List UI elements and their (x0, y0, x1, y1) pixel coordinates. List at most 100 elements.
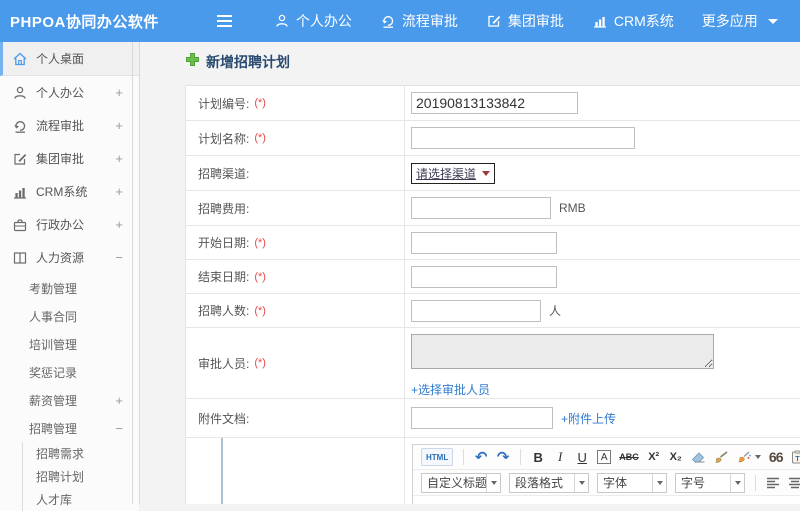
editor-left-guide (221, 438, 223, 504)
headcount-unit-label: 人 (549, 302, 561, 319)
font-size-select[interactable]: 字号 (675, 473, 745, 493)
sidebar-item-recruit-plan[interactable]: 招聘计划 (23, 465, 139, 488)
sidebar-item-admin-office[interactable]: 行政办公 + (0, 208, 139, 241)
sidebar: 个人桌面 个人办公 + 流程审批 + 集团审批 + CRM系统 + 行政办公 + (0, 42, 140, 504)
fee-input[interactable] (411, 197, 551, 219)
dropdown-caret-icon (574, 474, 588, 492)
select-approvers-link[interactable]: +选择审批人员 (411, 381, 490, 398)
expand-toggle[interactable]: + (115, 118, 123, 133)
sidebar-scrollbar[interactable] (132, 42, 133, 504)
topmenu-personal-office[interactable]: 个人办公 (260, 0, 366, 42)
approvers-textarea[interactable] (411, 334, 714, 369)
editor-toolbar-row2: 自定义标题 段落格式 字体 字号 (413, 470, 800, 496)
bold-button[interactable]: B (531, 448, 545, 466)
flow-redo-icon (12, 118, 28, 134)
form-row-attachment: 附件文档: +附件上传 (186, 399, 800, 438)
html-source-button[interactable]: HTML (421, 448, 453, 466)
sidebar-item-rewards[interactable]: 奖惩记录 (0, 358, 139, 386)
start-date-input[interactable] (411, 232, 557, 254)
rich-text-editor: HTML ↶ ↷ B I U A ABC X² X₂ (412, 444, 800, 504)
form-row-headcount: 招聘人数: (*) 人 (186, 294, 800, 328)
plan-no-input[interactable] (411, 92, 578, 114)
sidebar-item-salary[interactable]: 薪资管理 + (0, 386, 139, 414)
plan-name-input[interactable] (411, 127, 635, 149)
subscript-button[interactable]: X₂ (669, 448, 683, 466)
align-center-icon[interactable] (788, 474, 800, 492)
editor-toolbar-row1: HTML ↶ ↷ B I U A ABC X² X₂ (413, 445, 800, 470)
field-label: 审批人员: (198, 355, 249, 372)
sidebar-item-group-approval[interactable]: 集团审批 + (0, 142, 139, 175)
expand-toggle[interactable]: + (115, 217, 123, 232)
dropdown-caret-icon (486, 474, 500, 492)
expand-toggle[interactable]: + (115, 393, 123, 408)
sidebar-item-recruit-mgmt[interactable]: 招聘管理 − (0, 414, 139, 442)
sidebar-item-talent-pool[interactable]: 人才库 (23, 488, 139, 511)
edit-square-icon (12, 151, 28, 167)
format-painter-icon[interactable] (737, 448, 761, 466)
required-mark: (*) (254, 237, 266, 249)
topmenu-crm[interactable]: CRM系统 (578, 0, 688, 42)
blockquote-button[interactable]: 66 (769, 448, 783, 466)
required-mark: (*) (254, 305, 266, 317)
menu-toggle-icon[interactable] (217, 15, 232, 27)
field-label: 结束日期: (198, 268, 249, 285)
user-icon (274, 13, 290, 29)
edit-square-icon (486, 13, 502, 29)
paste-clipboard-icon[interactable]: T (791, 448, 800, 466)
sidebar-item-recruit-demand[interactable]: 招聘需求 (23, 442, 139, 465)
user-icon (12, 85, 28, 101)
align-left-icon[interactable] (766, 474, 780, 492)
sidebar-item-attendance[interactable]: 考勤管理 (0, 274, 139, 302)
dropdown-caret-icon (730, 474, 744, 492)
redo-icon[interactable]: ↷ (496, 448, 510, 466)
plus-icon (186, 53, 199, 71)
fee-unit-label: RMB (559, 201, 586, 215)
sidebar-item-crm[interactable]: CRM系统 + (0, 175, 139, 208)
eraser-icon[interactable] (691, 448, 706, 466)
sidebar-item-personal-desktop[interactable]: 个人桌面 (0, 42, 139, 76)
attachment-input[interactable] (411, 407, 553, 429)
home-icon (12, 51, 28, 67)
sidebar-item-workflow-approval[interactable]: 流程审批 + (0, 109, 139, 142)
sidebar-item-hr-contract[interactable]: 人事合同 (0, 302, 139, 330)
form-row-plan-name: 计划名称: (*) (186, 121, 800, 156)
sidebar-item-human-resources[interactable]: 人力资源 − (0, 241, 139, 274)
app-title: PHPOA协同办公软件 (10, 11, 159, 32)
undo-icon[interactable]: ↶ (474, 448, 488, 466)
italic-button[interactable]: I (553, 448, 567, 466)
paragraph-format-select[interactable]: 段落格式 (509, 473, 589, 493)
headcount-input[interactable] (411, 300, 541, 322)
chevron-down-icon (768, 19, 778, 24)
end-date-input[interactable] (411, 266, 557, 288)
topmenu-workflow-approval[interactable]: 流程审批 (366, 0, 472, 42)
required-mark: (*) (254, 97, 266, 109)
underline-button[interactable]: U (575, 448, 589, 466)
form-row-channel: 招聘渠道: 请选择渠道 (186, 156, 800, 191)
collapse-toggle[interactable]: − (115, 250, 123, 265)
strikethrough-button[interactable]: ABC (619, 448, 639, 466)
form-row-end-date: 结束日期: (*) (186, 260, 800, 294)
recruit-submenu: 招聘需求 招聘计划 人才库 (22, 442, 139, 511)
topmenu-more-apps[interactable]: 更多应用 (688, 0, 792, 42)
clean-format-brush-icon[interactable] (714, 448, 729, 466)
attachment-upload-link[interactable]: +附件上传 (561, 410, 616, 427)
form-row-start-date: 开始日期: (*) (186, 226, 800, 260)
font-family-select[interactable]: 字体 (597, 473, 667, 493)
field-label: 招聘渠道: (198, 165, 249, 182)
expand-toggle[interactable]: + (115, 151, 123, 166)
expand-toggle[interactable]: + (115, 85, 123, 100)
editor-content-area[interactable] (413, 496, 800, 504)
flow-redo-icon (380, 13, 396, 29)
superscript-button[interactable]: X² (647, 448, 661, 466)
expand-toggle[interactable]: + (115, 184, 123, 199)
border-text-button[interactable]: A (597, 450, 611, 464)
dropdown-caret-icon (755, 455, 761, 459)
collapse-toggle[interactable]: − (115, 421, 123, 436)
sidebar-item-training[interactable]: 培训管理 (0, 330, 139, 358)
topmenu-group-approval[interactable]: 集团审批 (472, 0, 578, 42)
channel-select[interactable]: 请选择渠道 (411, 163, 495, 184)
sidebar-item-personal-office[interactable]: 个人办公 + (0, 76, 139, 109)
field-label: 招聘人数: (198, 302, 249, 319)
custom-heading-select[interactable]: 自定义标题 (421, 473, 501, 493)
recruit-plan-form: 计划编号: (*) 计划名称: (*) 招聘渠道: 请选择渠道 (185, 85, 800, 504)
